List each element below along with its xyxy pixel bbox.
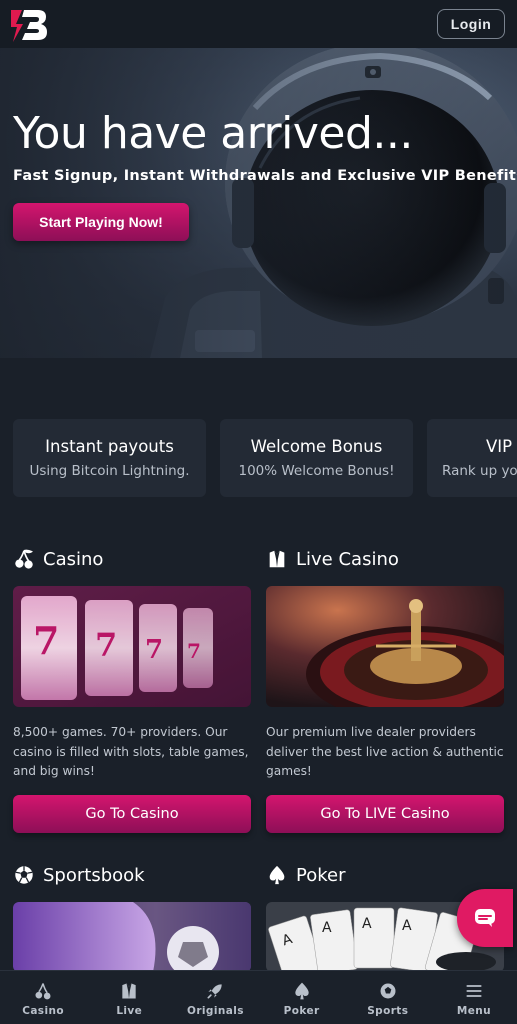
bottom-navigation: Casino Live Originals Poker Sports Menu	[0, 970, 517, 1024]
casino-section: Casino 7 7 7 7 8,500+ games. 70+ provide…	[13, 546, 251, 833]
section-title: Casino	[43, 548, 104, 570]
feature-card-instant-payouts[interactable]: Instant payouts Using Bitcoin Lightning.	[13, 419, 206, 497]
start-playing-button[interactable]: Start Playing Now!	[13, 203, 189, 241]
feature-card-welcome-bonus[interactable]: Welcome Bonus 100% Welcome Bonus!	[220, 419, 413, 497]
live-casino-description: Our premium live dealer providers delive…	[266, 725, 504, 778]
live-dealer-icon	[122, 983, 136, 998]
feature-desc: Rank up you	[442, 463, 517, 479]
section-title: Sportsbook	[43, 864, 145, 886]
feature-desc: Using Bitcoin Lightning.	[29, 463, 190, 479]
feature-desc: 100% Welcome Bonus!	[238, 463, 395, 479]
feature-title: Instant payouts	[45, 437, 174, 456]
go-to-casino-button[interactable]: Go To Casino	[13, 795, 251, 833]
brand-logo[interactable]	[8, 4, 50, 44]
section-title: Poker	[296, 864, 346, 886]
chat-support-button[interactable]	[457, 889, 513, 947]
svg-text:A: A	[362, 916, 372, 932]
svg-text:A: A	[322, 920, 332, 936]
section-title: Live Casino	[296, 548, 399, 570]
hero-title: You have arrived...	[13, 108, 413, 159]
live-dealer-icon	[269, 550, 285, 568]
cherries-icon	[35, 982, 51, 999]
hamburger-menu-icon	[466, 984, 482, 997]
casino-slot-image[interactable]: 7 7 7 7	[13, 586, 251, 707]
soccer-ball-icon	[15, 866, 33, 884]
nav-casino[interactable]: Casino	[0, 971, 86, 1024]
nav-menu[interactable]: Menu	[431, 971, 517, 1024]
hero-banner: You have arrived... Fast Signup, Instant…	[0, 48, 517, 358]
nav-label: Casino	[22, 1004, 64, 1017]
poker-section: Poker A A A A	[266, 862, 504, 972]
go-to-live-casino-button[interactable]: Go To LIVE Casino	[266, 795, 504, 833]
sportsbook-section: Sportsbook	[13, 862, 251, 972]
nav-live[interactable]: Live	[86, 971, 172, 1024]
top-header: Login	[0, 0, 517, 48]
svg-text:A: A	[402, 918, 412, 934]
nav-label: Originals	[187, 1004, 244, 1017]
feature-card-vip[interactable]: VIP L Rank up you	[427, 419, 517, 497]
nav-poker[interactable]: Poker	[259, 971, 345, 1024]
nav-sports[interactable]: Sports	[345, 971, 431, 1024]
casino-description: 8,500+ games. 70+ providers. Our casino …	[13, 725, 249, 778]
login-button[interactable]: Login	[437, 9, 505, 39]
spade-icon	[269, 865, 285, 885]
soccer-ball-icon	[380, 983, 396, 998]
nav-originals[interactable]: Originals	[172, 971, 258, 1024]
chat-bubble-icon	[475, 909, 495, 927]
hero-subtitle: Fast Signup, Instant Withdrawals and Exc…	[13, 168, 517, 184]
feature-title: VIP L	[486, 437, 517, 456]
nav-label: Live	[116, 1004, 143, 1017]
feature-title: Welcome Bonus	[250, 437, 383, 456]
sportsbook-image[interactable]	[13, 902, 251, 972]
rocket-icon	[207, 983, 223, 998]
nav-label: Sports	[367, 1004, 409, 1017]
features-carousel[interactable]: Instant payouts Using Bitcoin Lightning.…	[13, 419, 517, 497]
spade-icon	[294, 982, 309, 999]
live-roulette-image[interactable]	[266, 586, 504, 707]
live-casino-section: Live Casino Our premium live dealer prov…	[266, 546, 504, 833]
nav-label: Menu	[456, 1004, 491, 1017]
nav-label: Poker	[283, 1004, 320, 1017]
cherries-icon	[15, 549, 33, 569]
